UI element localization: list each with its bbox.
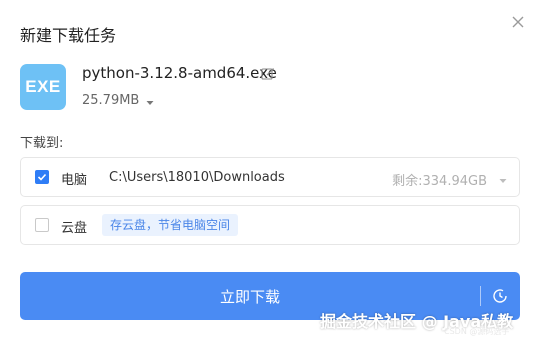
caret-down-icon — [499, 179, 507, 183]
download-now-label: 立即下载 — [219, 288, 280, 306]
clock-icon — [493, 289, 507, 303]
close-button[interactable] — [508, 12, 528, 32]
pc-checkbox[interactable] — [35, 170, 49, 184]
download-path[interactable]: C:\Users\18010\Downloads — [109, 170, 285, 185]
button-divider — [480, 286, 481, 306]
edit-icon — [261, 68, 274, 80]
cloud-checkbox[interactable] — [35, 218, 49, 232]
save-to-label: 下载到: — [20, 136, 64, 151]
dialog-title: 新建下载任务 — [20, 26, 117, 45]
schedule-download-button[interactable] — [490, 286, 510, 306]
path-dropdown-button[interactable] — [497, 172, 509, 184]
new-download-dialog: 新建下载任务 EXE python-3.12.8-amd64.exe 25.79… — [0, 0, 540, 340]
pc-option-label: 电脑 — [61, 173, 88, 188]
file-name: python-3.12.8-amd64.exe — [82, 64, 277, 82]
caret-down-icon — [146, 101, 154, 105]
close-icon — [512, 16, 524, 28]
save-to-pc-option[interactable]: 电脑 C:\Users\18010\Downloads 剩余:334.94GB — [20, 157, 520, 197]
cloud-option-label: 云盘 — [61, 221, 88, 236]
free-space-text: 剩余:334.94GB — [392, 174, 487, 189]
sub-watermark-text: CSDN @源码选手 — [444, 327, 510, 336]
file-details-toggle[interactable] — [144, 94, 156, 106]
exe-file-icon: EXE — [20, 64, 66, 110]
file-size: 25.79MB — [82, 93, 140, 108]
cloud-promo-tag: 存云盘，节省电脑空间 — [102, 214, 239, 236]
save-to-cloud-option[interactable]: 云盘 存云盘，节省电脑空间 — [20, 205, 520, 245]
check-icon — [37, 173, 47, 181]
rename-button[interactable] — [260, 66, 276, 82]
